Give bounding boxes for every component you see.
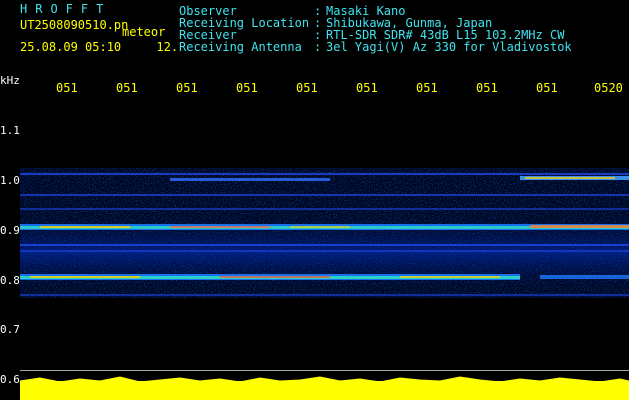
signal-trace — [530, 225, 629, 228]
x-tick-label: 051 — [416, 81, 438, 95]
x-tick-label: 051 — [536, 81, 558, 95]
file-name: UT2508090510.pn — [20, 18, 129, 32]
x-tick-label: 051 — [476, 81, 498, 95]
y-tick-label: 1.1 — [0, 124, 20, 137]
x-tick-label: 051 — [356, 81, 378, 95]
signal-trace — [40, 226, 130, 228]
x-tick-label: 0520 — [594, 81, 623, 95]
separator: : — [314, 40, 322, 54]
x-tick-label: 051 — [236, 81, 258, 95]
date-time: 25.08.09 05:10 12. — [20, 41, 178, 53]
signal-trace — [20, 294, 629, 296]
y-tick-label: 0.6 — [0, 373, 20, 386]
spectrogram — [20, 98, 629, 368]
power-spectrum — [20, 376, 629, 400]
antenna-value: 3el Yagi(V) Az 330 for Vladivostok — [326, 40, 572, 54]
signal-trace — [30, 276, 140, 278]
x-tick-label: 051 — [56, 81, 78, 95]
signal-trace — [20, 244, 629, 246]
hrofft-window: HROFFT UT2508090510.pn meteor 25.08.09 0… — [0, 0, 629, 400]
y-tick-label: 0.9 — [0, 224, 20, 237]
y-tick-label: 0.7 — [0, 323, 20, 336]
app-title: HROFFT — [20, 2, 112, 16]
y-tick-label: 1.0 — [0, 174, 20, 187]
signal-trace — [20, 173, 629, 175]
x-tick-label: 051 — [176, 81, 198, 95]
signal-trace — [400, 276, 500, 278]
signal-trace — [525, 177, 615, 179]
count-text: 12. — [156, 40, 179, 54]
signal-trace — [170, 178, 330, 181]
antenna-label: Receiving Antenna — [179, 40, 302, 54]
y-tick-label: 0.8 — [0, 274, 20, 287]
signal-trace — [290, 226, 350, 228]
spectrum-baseline — [20, 370, 629, 371]
signal-trace — [540, 275, 629, 279]
x-tick-label: 051 — [296, 81, 318, 95]
signal-trace — [20, 194, 629, 196]
y-axis-unit: kHz — [0, 74, 20, 87]
observation-type: meteor — [122, 25, 166, 39]
signal-trace — [220, 276, 330, 278]
signal-trace — [170, 226, 270, 228]
x-tick-label: 051 — [116, 81, 138, 95]
signal-trace — [20, 250, 629, 252]
signal-trace — [20, 208, 629, 210]
date-text: 25.08.09 05:10 — [20, 40, 122, 54]
spectrum-top — [20, 376, 629, 385]
